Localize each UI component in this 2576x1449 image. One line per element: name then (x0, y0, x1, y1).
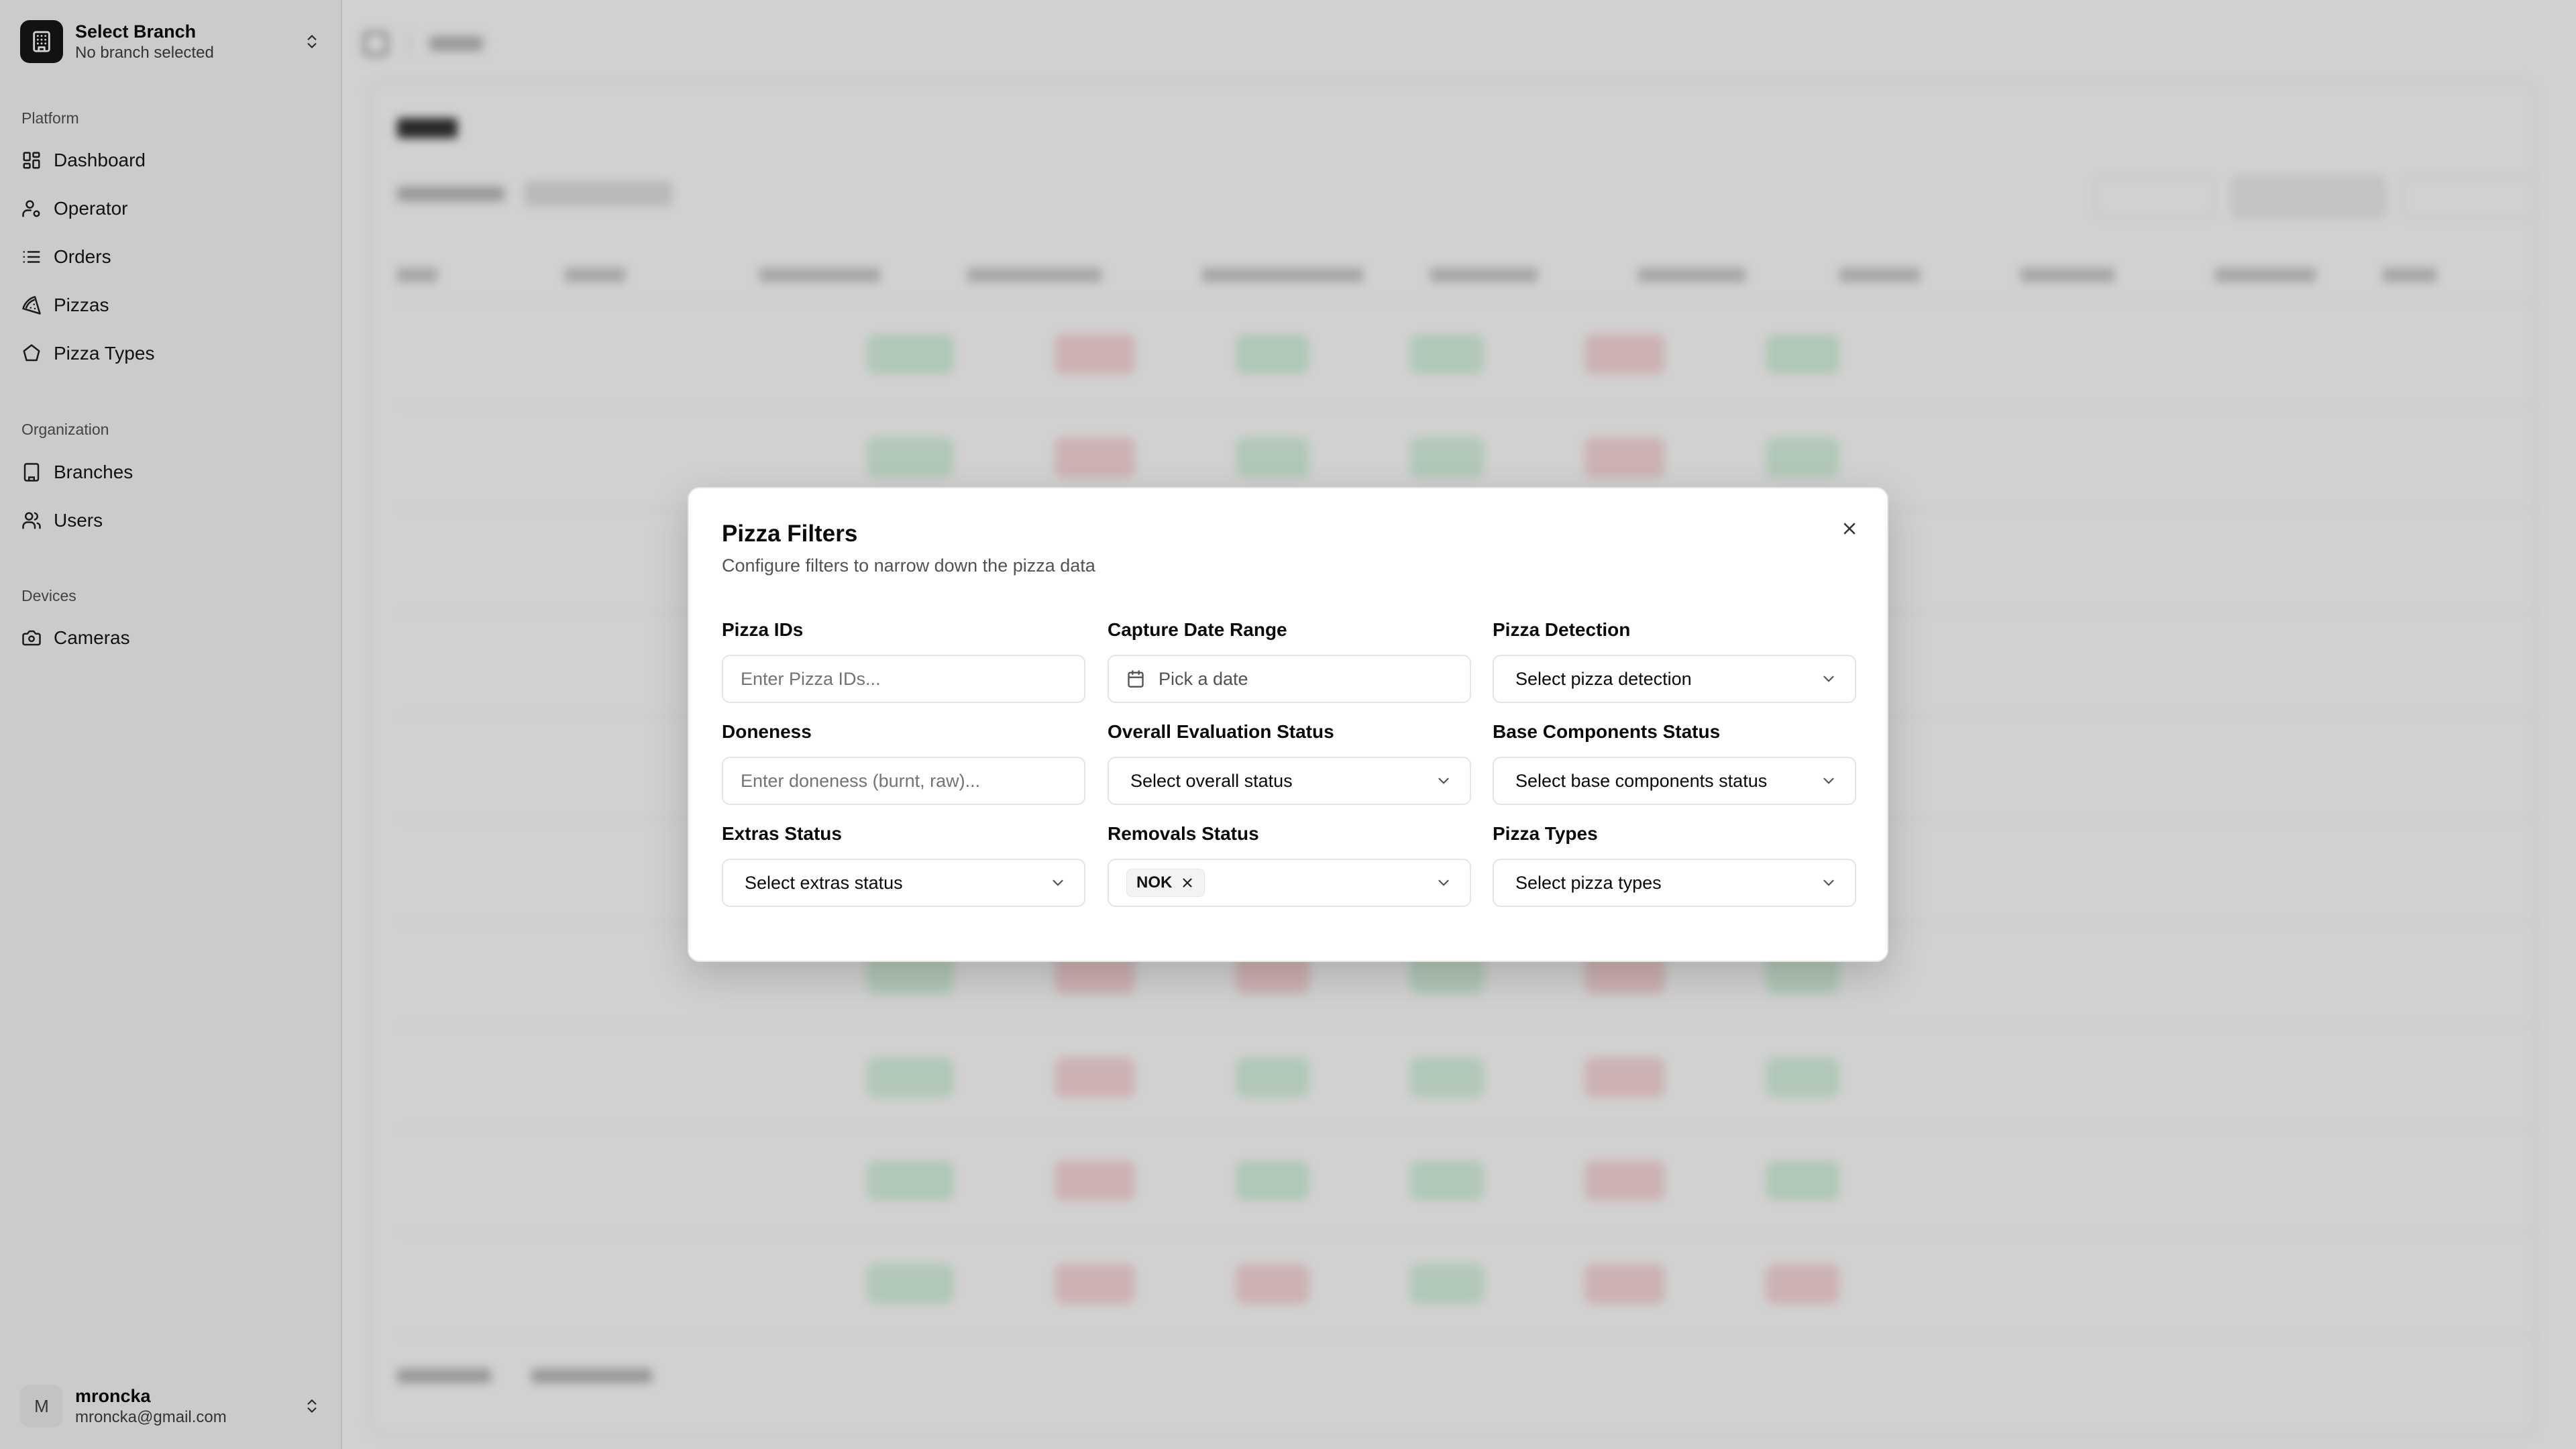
chevron-down-icon (1823, 676, 1834, 682)
field-label: Pizza IDs (722, 619, 804, 640)
base-components-select[interactable]: Select base components status (1493, 757, 1856, 805)
extras-status-field: Extras Status Select extras status (722, 822, 1085, 907)
chevron-down-icon (1053, 879, 1063, 886)
dialog-description: Configure filters to narrow down the piz… (722, 555, 1095, 576)
chevron-down-icon (1438, 879, 1449, 886)
field-label: Removals Status (1108, 823, 1259, 844)
field-label: Doneness (722, 721, 812, 742)
date-placeholder: Pick a date (1159, 668, 1248, 689)
remove-tag-icon[interactable] (1180, 875, 1195, 890)
chevron-down-icon (1438, 777, 1449, 784)
pizza-filters-dialog: Pizza Filters Configure filters to narro… (688, 487, 1888, 962)
extras-status-select[interactable]: Select extras status (722, 859, 1085, 907)
selected-tag: NOK (1126, 869, 1205, 897)
overall-status-select[interactable]: Select overall status (1108, 757, 1471, 805)
overall-status-field: Overall Evaluation Status Select overall… (1108, 720, 1471, 805)
pizza-ids-field: Pizza IDs (722, 619, 1085, 703)
base-components-field: Base Components Status Select base compo… (1493, 720, 1856, 805)
pizza-ids-input[interactable] (741, 668, 1067, 690)
field-label: Base Components Status (1493, 721, 1721, 742)
close-icon[interactable] (1836, 515, 1863, 542)
chevron-down-icon (1823, 879, 1834, 886)
field-label: Extras Status (722, 823, 842, 844)
removals-status-multiselect[interactable]: NOK (1108, 859, 1471, 907)
tag-label: NOK (1136, 873, 1173, 892)
field-label: Overall Evaluation Status (1108, 721, 1334, 742)
chevron-down-icon (1823, 777, 1834, 784)
select-placeholder: Select base components status (1515, 770, 1768, 791)
field-label: Capture Date Range (1108, 619, 1287, 640)
pizza-types-field: Pizza Types Select pizza types (1493, 822, 1856, 907)
pizza-detection-field: Pizza Detection Select pizza detection (1493, 619, 1856, 703)
select-placeholder: Select overall status (1130, 770, 1293, 791)
select-placeholder: Select pizza types (1515, 872, 1662, 893)
dialog-title: Pizza Filters (722, 521, 858, 547)
date-picker-button[interactable]: Pick a date (1108, 655, 1471, 703)
doneness-field: Doneness (722, 720, 1085, 805)
pizza-types-select[interactable]: Select pizza types (1493, 859, 1856, 907)
doneness-input[interactable] (741, 770, 1067, 792)
calendar-icon (1128, 670, 1144, 688)
field-label: Pizza Types (1493, 823, 1598, 844)
field-label: Pizza Detection (1493, 619, 1631, 640)
capture-date-field: Capture Date Range Pick a date (1108, 619, 1471, 703)
select-placeholder: Select pizza detection (1515, 668, 1692, 689)
select-placeholder: Select extras status (745, 872, 903, 893)
pizza-detection-select[interactable]: Select pizza detection (1493, 655, 1856, 703)
removals-status-field: Removals Status NOK (1108, 822, 1471, 907)
